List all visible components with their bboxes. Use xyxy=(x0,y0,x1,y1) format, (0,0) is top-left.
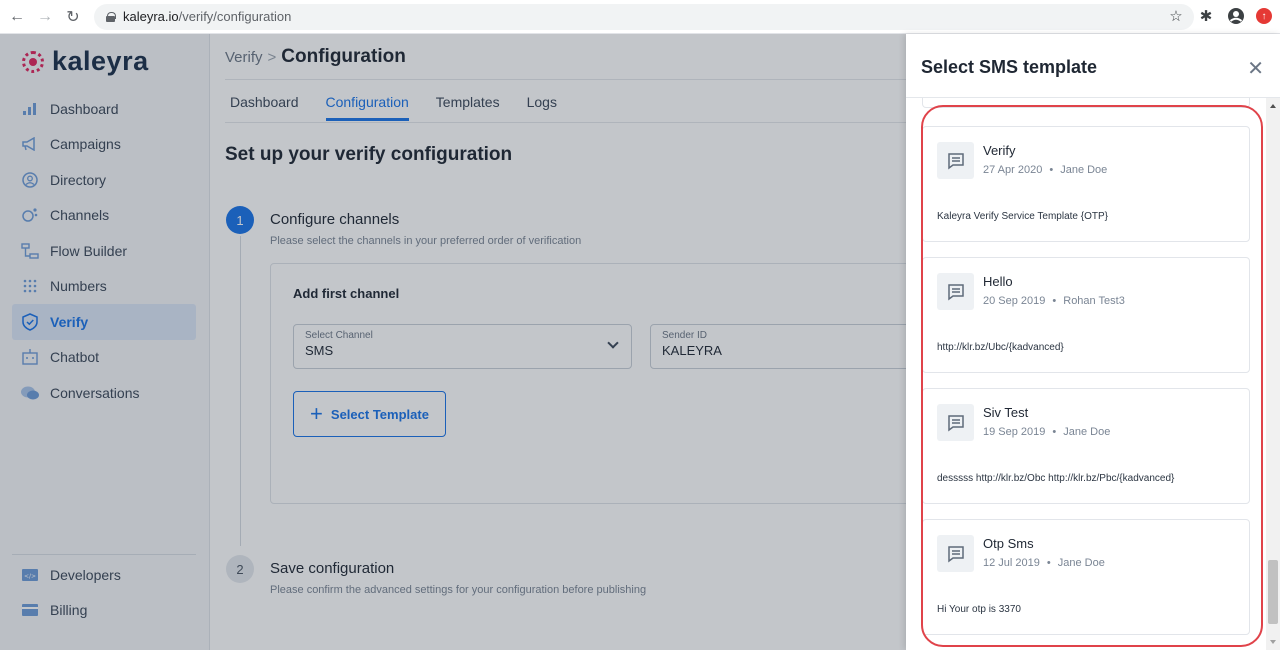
message-icon xyxy=(937,142,974,179)
extension-alert-icon[interactable]: ↑ xyxy=(1256,8,1272,24)
star-icon[interactable]: ☆ xyxy=(1166,6,1186,26)
app-shell: kaleyra Dashboard Campaigns Directory Ch… xyxy=(0,34,1280,650)
template-card-partial[interactable] xyxy=(922,98,1250,108)
message-icon xyxy=(937,535,974,572)
template-author: Jane Doe xyxy=(1060,164,1108,176)
drawer-title: Select SMS template xyxy=(921,57,1098,77)
profile-icon[interactable] xyxy=(1226,6,1246,26)
template-meta: 27 Apr 2020 • Jane Doe xyxy=(983,164,1108,176)
template-meta: 12 Jul 2019 • Jane Doe xyxy=(983,557,1105,569)
modal-backdrop[interactable] xyxy=(0,34,906,650)
template-card[interactable]: Otp Sms 12 Jul 2019 • Jane Doe Hi Your otp… xyxy=(922,519,1250,635)
template-card[interactable]: Siv Test 19 Sep 2019 • Jane Doe desssss ht… xyxy=(922,388,1250,504)
close-icon[interactable]: ✕ xyxy=(1247,56,1264,81)
back-arrow-icon[interactable]: ← xyxy=(6,6,28,28)
template-body: Kaleyra Verify Service Template {OTP} xyxy=(937,211,1109,222)
sms-template-drawer: Select SMS template ✕ Verify 27 Apr 2020… xyxy=(906,34,1280,650)
template-body: desssss http://klr.bz/Obc http://klr.bz/… xyxy=(937,473,1175,484)
template-body: http://klr.bz/Ubc/{kadvanced} xyxy=(937,342,1064,353)
template-meta: 20 Sep 2019 • Rohan Test3 xyxy=(983,295,1125,307)
template-name: Otp Sms xyxy=(983,536,1034,551)
template-author: Rohan Test3 xyxy=(1063,295,1125,307)
template-name: Siv Test xyxy=(983,405,1029,420)
template-author: Jane Doe xyxy=(1057,557,1105,569)
message-icon xyxy=(937,273,974,310)
template-meta: 19 Sep 2019 • Jane Doe xyxy=(983,426,1111,438)
browser-toolbar: ← → ↻ kaleyra.io/verify/configuration ☆ … xyxy=(0,0,1280,34)
template-body: Hi Your otp is 3370 xyxy=(937,604,1021,615)
scrollbar[interactable] xyxy=(1266,98,1280,650)
template-date: 20 Sep 2019 xyxy=(983,295,1046,307)
template-date: 12 Jul 2019 xyxy=(983,557,1040,569)
template-card[interactable]: Hello 20 Sep 2019 • Rohan Test3 http://klr… xyxy=(922,257,1250,373)
address-bar[interactable]: kaleyra.io/verify/configuration xyxy=(94,3,1194,30)
message-icon xyxy=(937,404,974,441)
url-host: kaleyra.io xyxy=(123,9,179,24)
template-date: 19 Sep 2019 xyxy=(983,426,1046,438)
scroll-up-arrow-icon[interactable] xyxy=(1270,104,1276,108)
template-card[interactable]: Verify 27 Apr 2020 • Jane Doe Kaleyra Veri… xyxy=(922,126,1250,242)
template-name: Hello xyxy=(983,274,1013,289)
extensions-puzzle-icon[interactable]: ✱ xyxy=(1196,6,1216,26)
lock-icon xyxy=(106,11,116,22)
forward-arrow-icon[interactable]: → xyxy=(34,6,56,28)
template-date: 27 Apr 2020 xyxy=(983,164,1043,176)
url-path: /verify/configuration xyxy=(178,9,292,24)
template-list: Verify 27 Apr 2020 • Jane Doe Kaleyra Veri… xyxy=(906,98,1266,650)
scrollbar-thumb[interactable] xyxy=(1268,560,1278,624)
scroll-down-arrow-icon[interactable] xyxy=(1270,640,1276,644)
template-name: Verify xyxy=(983,143,1016,158)
reload-icon[interactable]: ↻ xyxy=(62,6,84,28)
template-author: Jane Doe xyxy=(1063,426,1111,438)
